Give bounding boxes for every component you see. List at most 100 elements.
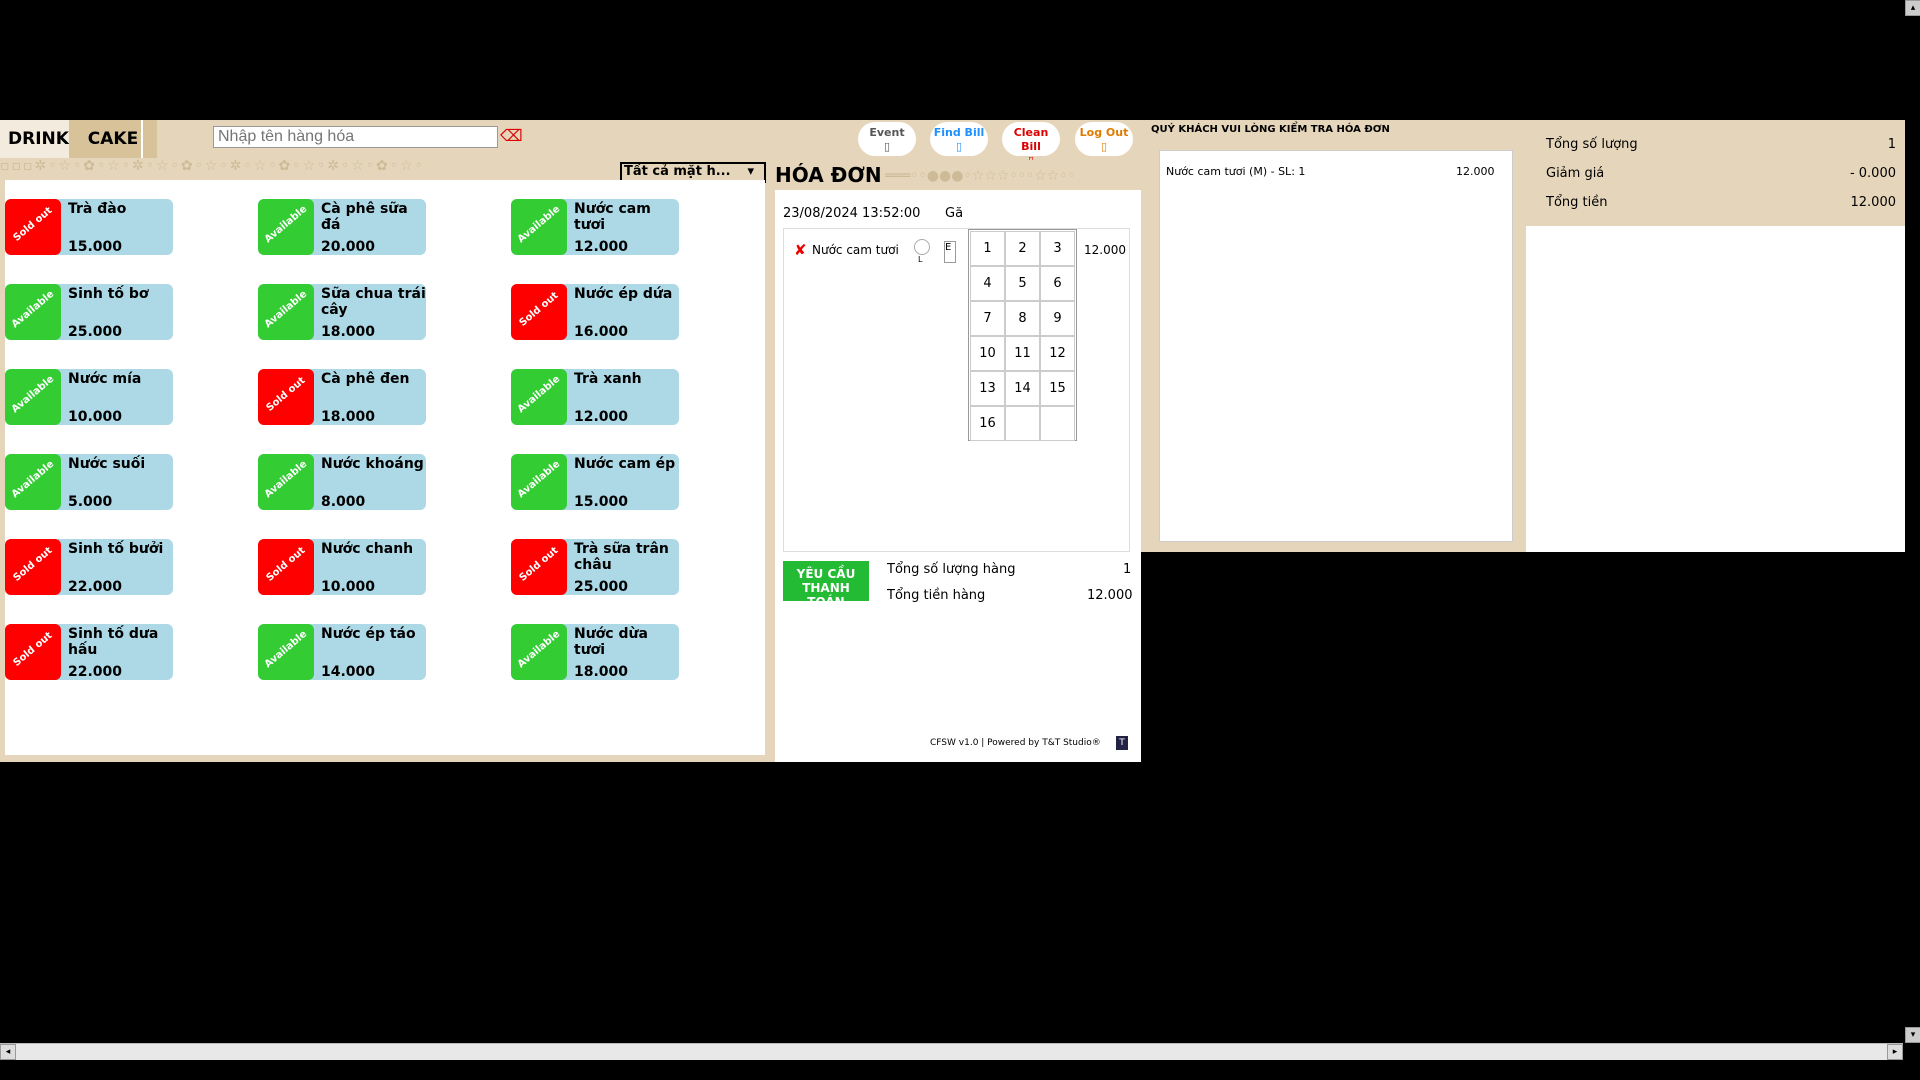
vertical-scrollbar[interactable]: ▴ ▾ [1905, 0, 1920, 1043]
menu-item[interactable]: Available Nước dừa tươi 18.000 [511, 624, 679, 680]
tab-drink[interactable]: DRINK [0, 120, 77, 158]
pos-panel: DRINK CAKE ⌫ ▫▫▫✲◦☆◦✿◦☆◦✲◦☆◦✿◦☆◦✲◦☆◦✿◦☆◦… [0, 120, 1141, 762]
menu-item-price: 12.000 [574, 409, 629, 425]
table-number-key[interactable]: 5 [1005, 266, 1040, 301]
status-label: Available [262, 203, 310, 246]
customer-title: QUÝ KHÁCH VUI LÒNG KIỂM TRA HÓA ĐƠN [1151, 124, 1390, 135]
size-radio[interactable] [914, 239, 930, 255]
chevron-down-icon: ▾ [747, 164, 754, 179]
menu-item[interactable]: Sold out Trà đào 15.000 [5, 199, 173, 255]
menu-item-price: 8.000 [321, 494, 366, 510]
log-out-button[interactable]: Log Out ▯ [1075, 122, 1133, 156]
menu-grid: Sold out Trà đào 15.000 Available Cà phê sữa… [5, 180, 765, 755]
menu-item[interactable]: Sold out Cà phê đen 18.000 [258, 369, 426, 425]
menu-item-price: 15.000 [68, 239, 123, 255]
table-number-key[interactable]: 14 [1005, 371, 1040, 406]
menu-item[interactable]: Available Sữa chua trái cây 18.000 [258, 284, 426, 340]
menu-item[interactable]: Available Nước khoáng 8.000 [258, 454, 426, 510]
status-badge: Available [511, 624, 567, 680]
menu-item[interactable]: Available Trà xanh 12.000 [511, 369, 679, 425]
status-badge: Sold out [258, 369, 314, 425]
bill-line-price: 12.000 [1084, 243, 1126, 257]
status-label: Available [9, 373, 57, 416]
menu-item[interactable]: Available Nước mía 10.000 [5, 369, 173, 425]
table-number-key[interactable]: 12 [1040, 336, 1075, 371]
scroll-up-icon[interactable]: ▴ [1905, 0, 1920, 16]
status-label: Sold out [517, 545, 561, 584]
clean-bill-button[interactable]: Clean Bill▯ [1002, 122, 1060, 167]
table-number-key[interactable]: 13 [970, 371, 1005, 406]
table-number-key[interactable] [1040, 406, 1075, 441]
table-number-key[interactable]: 7 [970, 301, 1005, 336]
customer-bill-item-price: 12.000 [1456, 165, 1495, 178]
scroll-down-icon[interactable]: ▾ [1905, 1027, 1920, 1043]
menu-item[interactable]: Sold out Trà sữa trân châu 25.000 [511, 539, 679, 595]
menu-item[interactable]: Sold out Sinh tố bưởi 22.000 [5, 539, 173, 595]
logout-icon: ▯ [1100, 140, 1108, 153]
decorative-pattern: ▫▫▫✲◦☆◦✿◦☆◦✲◦☆◦✿◦☆◦✲◦☆◦✿◦☆◦✲◦☆◦✿◦☆◦ [0, 158, 425, 174]
table-number-key[interactable] [1005, 406, 1040, 441]
menu-item[interactable]: Available Nước ép táo 14.000 [258, 624, 426, 680]
menu-item-name: Trà xanh [574, 371, 642, 387]
menu-item[interactable]: Sold out Sinh tố dưa hấu 22.000 [5, 624, 173, 680]
table-number-key[interactable]: 4 [970, 266, 1005, 301]
menu-item[interactable]: Available Nước cam tươi 12.000 [511, 199, 679, 255]
menu-item-price: 18.000 [321, 324, 376, 340]
summary-label: Giảm giá [1546, 166, 1605, 181]
menu-item-name: Sinh tố bưởi [68, 541, 164, 557]
status-badge: Available [511, 369, 567, 425]
menu-item-price: 5.000 [68, 494, 113, 510]
status-label: Available [262, 288, 310, 331]
search-input[interactable] [213, 126, 498, 148]
remove-icon[interactable]: ✘ [794, 241, 807, 259]
menu-item-price: 15.000 [574, 494, 629, 510]
table-number-key[interactable]: 3 [1040, 231, 1075, 266]
menu-item-price: 12.000 [574, 239, 629, 255]
event-button[interactable]: Event ▯ [858, 122, 916, 156]
menu-item[interactable]: Sold out Nước chanh 10.000 [258, 539, 426, 595]
table-number-key[interactable]: 15 [1040, 371, 1075, 406]
menu-item[interactable]: Sold out Nước ép dứa 16.000 [511, 284, 679, 340]
status-badge: Sold out [511, 539, 567, 595]
menu-item-name: Sinh tố dưa hấu [68, 626, 159, 658]
status-badge: Available [258, 454, 314, 510]
status-label: Available [515, 458, 563, 501]
status-badge: Available [258, 284, 314, 340]
menu-item[interactable]: Available Sinh tố bơ 25.000 [5, 284, 173, 340]
table-number-key[interactable]: 2 [1005, 231, 1040, 266]
scroll-left-icon[interactable]: ◂ [0, 1044, 16, 1060]
status-label: Sold out [264, 375, 308, 414]
customer-blank-area [1526, 226, 1907, 552]
table-number-key[interactable]: 10 [970, 336, 1005, 371]
menu-item[interactable]: Available Cà phê sữa đá 20.000 [258, 199, 426, 255]
status-label: Available [515, 203, 563, 246]
bill-assign-label: Gă [945, 206, 964, 221]
payment-request-button[interactable]: YÊU CẦU THANH TOÁN [783, 561, 869, 609]
table-number-key[interactable]: 8 [1005, 301, 1040, 336]
menu-item-name: Nước cam ép [574, 456, 676, 472]
menu-item-price: 10.000 [321, 579, 376, 595]
menu-item-price: 25.000 [574, 579, 629, 595]
table-number-key[interactable]: 11 [1005, 336, 1040, 371]
tab-cake[interactable]: CAKE [69, 120, 157, 158]
find-bill-button[interactable]: Find Bill ▯ [930, 122, 988, 156]
table-number-key[interactable]: 16 [970, 406, 1005, 441]
menu-item-name: Nước ép dứa [574, 286, 673, 302]
menu-item-price: 20.000 [321, 239, 376, 255]
menu-item[interactable]: Available Nước suối 5.000 [5, 454, 173, 510]
menu-item-price: 10.000 [68, 409, 123, 425]
scroll-right-icon[interactable]: ▸ [1887, 1044, 1903, 1060]
table-field[interactable]: E [944, 241, 956, 263]
status-label: Sold out [264, 545, 308, 584]
table-number-key[interactable]: 1 [970, 231, 1005, 266]
table-number-key[interactable]: 6 [1040, 266, 1075, 301]
header-button-label: Event [869, 126, 905, 139]
clear-icon[interactable]: ⌫ [500, 127, 523, 145]
table-number-key[interactable]: 9 [1040, 301, 1075, 336]
menu-item[interactable]: Available Nước cam ép 15.000 [511, 454, 679, 510]
menu-item-name: Nước mía [68, 371, 142, 387]
horizontal-scrollbar[interactable]: ◂ ▸ [0, 1043, 1903, 1060]
total-qty-label: Tổng số lượng hàng [887, 562, 1016, 577]
tab-divider [141, 120, 143, 158]
menu-item-name: Nước suối [68, 456, 146, 472]
